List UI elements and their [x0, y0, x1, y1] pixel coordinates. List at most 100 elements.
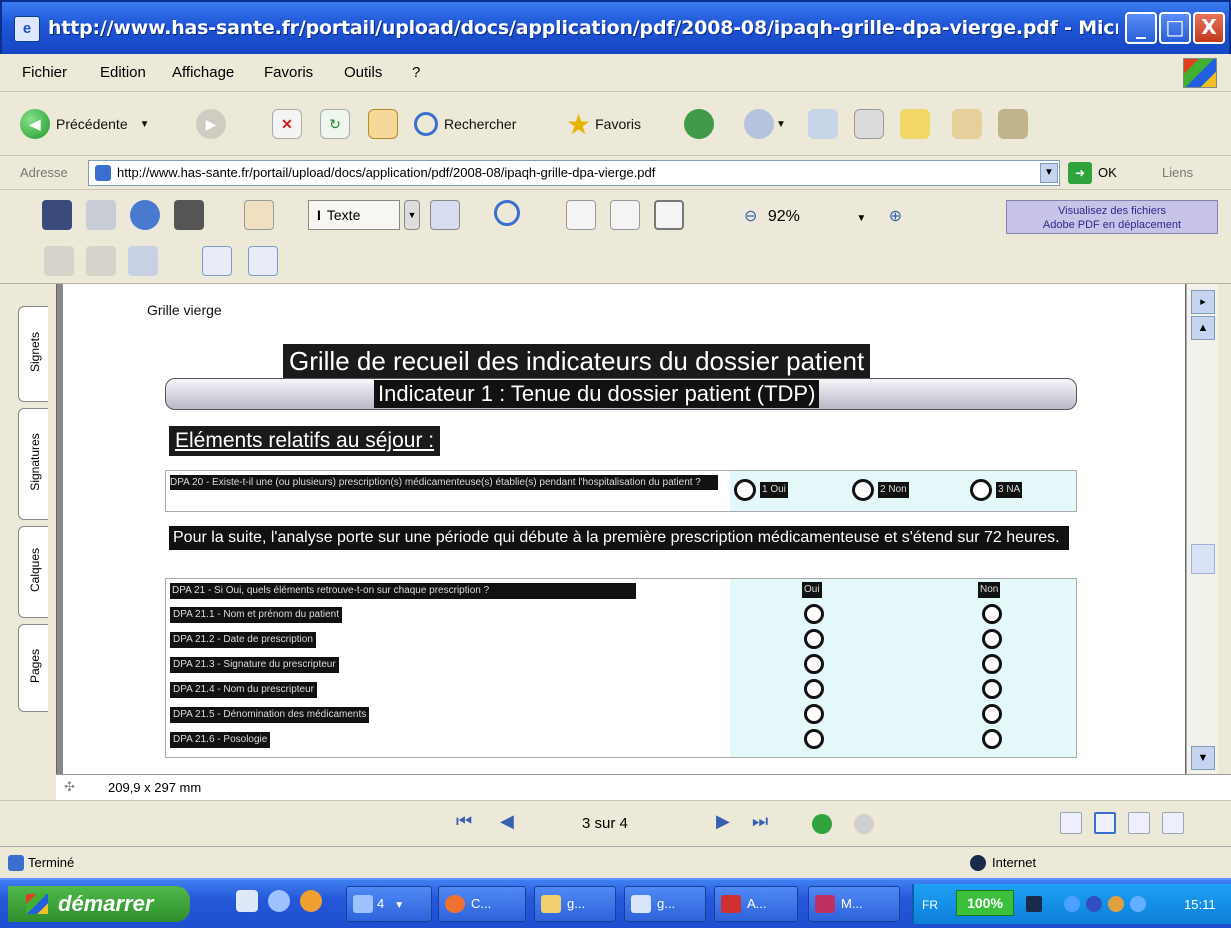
select-dropdown-icon[interactable]: ▼: [404, 200, 420, 230]
panel-toggle-icon[interactable]: ▸: [1191, 290, 1215, 314]
menu-outils[interactable]: Outils: [344, 64, 382, 81]
tab-signets[interactable]: Signets: [18, 306, 48, 402]
dpa21-3-non-radio[interactable]: [982, 654, 1002, 674]
dpa21-1-oui-radio[interactable]: [804, 604, 824, 624]
forward-button[interactable]: ▶: [196, 106, 226, 142]
favorites-button[interactable]: ★ Favoris: [566, 106, 641, 142]
dpa21-1-non-radio[interactable]: [982, 604, 1002, 624]
last-page-icon[interactable]: ⏭: [752, 811, 768, 837]
network-icon[interactable]: [1026, 896, 1042, 912]
language-indicator[interactable]: FR: [922, 898, 938, 912]
previous-page-icon[interactable]: ◀: [500, 811, 514, 837]
tab-calques[interactable]: Calques: [18, 526, 48, 618]
dpa20-oui-radio[interactable]: [734, 479, 756, 501]
dpa21-2-non-radio[interactable]: [982, 629, 1002, 649]
single-page-view-icon[interactable]: [1060, 812, 1082, 834]
print-button[interactable]: [808, 106, 838, 142]
task-button-3[interactable]: g...: [624, 886, 706, 922]
search-button[interactable]: Rechercher: [414, 106, 516, 142]
address-dropdown-icon[interactable]: ▼: [1040, 163, 1058, 183]
redo-icon[interactable]: [86, 246, 116, 276]
zoom-control[interactable]: ⊖ 92% ▼ ⊕: [744, 206, 902, 226]
next-page-icon[interactable]: ▶: [716, 811, 730, 837]
save-icon[interactable]: [42, 200, 72, 230]
discuss-button[interactable]: [900, 106, 930, 142]
dpa21-4-non-radio[interactable]: [982, 679, 1002, 699]
media-player-icon[interactable]: [300, 890, 322, 912]
scroll-down-icon[interactable]: ▼: [1191, 746, 1215, 770]
task-button-5[interactable]: M...: [808, 886, 900, 922]
continuous-facing-view-icon[interactable]: [1162, 812, 1184, 834]
task-group-button[interactable]: 4 ▼: [346, 886, 432, 922]
dpa21-6-oui-radio[interactable]: [804, 729, 824, 749]
back-button[interactable]: ◀ Précédente ▼: [20, 106, 150, 142]
first-page-icon[interactable]: ⏮: [456, 811, 472, 837]
task-button-4[interactable]: A...: [714, 886, 798, 922]
vertical-scrollbar[interactable]: ▸ ▲ ▼: [1186, 284, 1218, 774]
adobe-promo-button[interactable]: Visualisez des fichiers Adobe PDF en dép…: [1006, 200, 1218, 234]
tray-icon-3[interactable]: [1108, 896, 1124, 912]
start-button[interactable]: démarrer: [8, 886, 190, 922]
menu-fichier[interactable]: Fichier: [22, 64, 67, 81]
undo-icon[interactable]: [44, 246, 74, 276]
email-icon[interactable]: [130, 200, 160, 230]
tray-icon-1[interactable]: [1064, 896, 1080, 912]
actual-size-icon[interactable]: [566, 200, 596, 230]
menu-edition[interactable]: Edition: [100, 64, 146, 81]
tab-pages[interactable]: Pages: [18, 624, 48, 712]
continuous-view-icon[interactable]: [1094, 812, 1116, 834]
mail-dropdown-icon[interactable]: ▼: [776, 119, 786, 130]
show-desktop-icon[interactable]: [236, 890, 258, 912]
history-button[interactable]: [684, 106, 714, 142]
dpa21-6-non-radio[interactable]: [982, 729, 1002, 749]
task-button-2[interactable]: g...: [534, 886, 616, 922]
menu-help[interactable]: ?: [412, 64, 420, 81]
address-input[interactable]: http://www.has-sante.fr/portail/upload/d…: [88, 160, 1060, 186]
menu-favoris[interactable]: Favoris: [264, 64, 313, 81]
fit-page-icon[interactable]: [610, 200, 640, 230]
ie-quicklaunch-icon[interactable]: [268, 890, 290, 912]
zoom-dropdown-icon[interactable]: ▼: [856, 213, 866, 224]
dpa20-na-radio[interactable]: [970, 479, 992, 501]
scroll-thumb[interactable]: [1191, 544, 1215, 574]
edit-button[interactable]: [854, 106, 884, 142]
select-text-tool[interactable]: I Texte: [308, 200, 400, 230]
zoom-out-icon[interactable]: ⊖: [744, 208, 757, 225]
rotate-left-icon[interactable]: [202, 246, 232, 276]
links-button[interactable]: Liens: [1162, 165, 1193, 180]
snapshot-icon[interactable]: [430, 200, 460, 230]
go-arrow-icon[interactable]: ➜: [1068, 162, 1092, 184]
previous-view-icon[interactable]: [812, 814, 832, 834]
next-view-icon[interactable]: [854, 814, 874, 834]
rotate-right-icon[interactable]: [248, 246, 278, 276]
close-button[interactable]: X: [1193, 12, 1225, 44]
zoom-in-small-icon[interactable]: ⊕: [889, 208, 902, 225]
dpa21-5-non-radio[interactable]: [982, 704, 1002, 724]
print-pdf-icon[interactable]: [86, 200, 116, 230]
facing-view-icon[interactable]: [1128, 812, 1150, 834]
hand-tool-icon[interactable]: [244, 200, 274, 230]
dpa21-4-oui-radio[interactable]: [804, 679, 824, 699]
mail-button[interactable]: ▼: [744, 106, 786, 142]
tray-icon-2[interactable]: [1086, 896, 1102, 912]
tray-icon-4[interactable]: [1130, 896, 1146, 912]
home-button[interactable]: [368, 106, 398, 142]
dpa20-non-radio[interactable]: [852, 479, 874, 501]
task-button-1[interactable]: C...: [438, 886, 526, 922]
zoom-in-icon[interactable]: [494, 200, 520, 226]
go-button[interactable]: OK: [1098, 165, 1117, 180]
minimize-button[interactable]: _: [1125, 12, 1157, 44]
dpa21-3-oui-radio[interactable]: [804, 654, 824, 674]
refresh-button[interactable]: ↻: [320, 106, 350, 142]
maximize-button[interactable]: □: [1159, 12, 1191, 44]
back-dropdown-icon[interactable]: ▼: [140, 119, 150, 130]
menu-affichage[interactable]: Affichage: [172, 64, 234, 81]
scroll-up-icon[interactable]: ▲: [1191, 316, 1215, 340]
page-indicator[interactable]: 3 sur 4: [582, 815, 628, 832]
dpa21-2-oui-radio[interactable]: [804, 629, 824, 649]
battery-indicator[interactable]: 100%: [956, 890, 1014, 916]
find-icon[interactable]: [174, 200, 204, 230]
pdf-document-view[interactable]: Grille vierge Grille de recueil des indi…: [56, 284, 1186, 774]
dpa21-5-oui-radio[interactable]: [804, 704, 824, 724]
messenger-button[interactable]: [998, 106, 1028, 142]
